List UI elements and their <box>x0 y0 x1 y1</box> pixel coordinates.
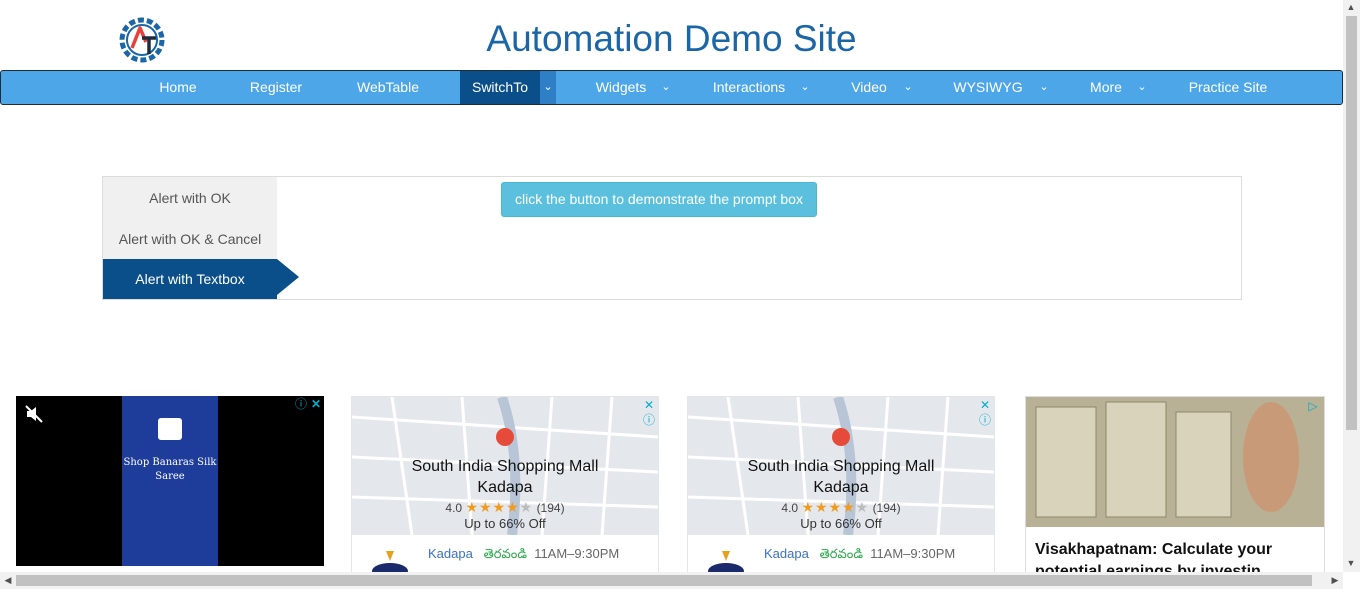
ad-location: Kadapa తెరవండి 11AM–9:30PM <box>764 546 956 561</box>
scroll-left-icon[interactable]: ◀ <box>0 575 16 586</box>
nav-switchto[interactable]: SwitchTo <box>460 71 540 104</box>
rating: 4.0 ★★★★★ (194) <box>781 499 901 515</box>
nav-video[interactable]: Video <box>843 71 895 104</box>
ad-map-1[interactable]: ✕ ⓘ South India Shopping Mall Kadapa 4.0… <box>351 396 659 574</box>
chevron-down-icon[interactable]: ⌄ <box>540 71 556 104</box>
ad-title: South India Shopping Mall Kadapa <box>411 458 599 496</box>
ad-info-icon[interactable]: ⓘ <box>294 397 308 411</box>
ad-creative: Shop Banaras Silk Saree <box>122 396 218 566</box>
rating: 4.0 ★★★★★ (194) <box>445 499 565 515</box>
tab-alert-textbox[interactable]: Alert with Textbox <box>103 259 277 299</box>
close-icon[interactable]: ✕ <box>309 397 323 411</box>
nav-register[interactable]: Register <box>237 71 315 104</box>
prompt-box-button[interactable]: click the button to demonstrate the prom… <box>501 182 817 217</box>
scroll-down-icon[interactable]: ▼ <box>1343 558 1359 568</box>
store-logo <box>708 551 744 573</box>
vertical-scroll-thumb[interactable] <box>1346 16 1357 430</box>
site-title: Automation Demo Site <box>486 18 857 59</box>
ad-offer: Up to 66% Off <box>464 516 546 531</box>
tab-alert-ok-cancel[interactable]: Alert with OK & Cancel <box>103 219 277 259</box>
horizontal-scroll-thumb[interactable] <box>16 575 1312 586</box>
ad-choices-icon[interactable]: ▷ <box>1306 399 1320 413</box>
scroll-up-icon[interactable]: ▲ <box>1343 2 1359 12</box>
nav-webtable[interactable]: WebTable <box>343 71 433 104</box>
rating-stars-icon: ★★★★★ <box>801 499 870 515</box>
mute-icon[interactable] <box>24 404 44 424</box>
chevron-down-icon[interactable]: ⌄ <box>658 71 674 104</box>
tab-alert-ok[interactable]: Alert with OK <box>103 178 277 218</box>
rating-stars-icon: ★★★★★ <box>465 499 534 515</box>
nav-practice-site[interactable]: Practice Site <box>1179 71 1277 104</box>
active-tab-arrow <box>277 259 299 295</box>
chevron-down-icon[interactable]: ⌄ <box>900 71 916 104</box>
chevron-down-icon[interactable]: ⌄ <box>1036 71 1052 104</box>
main-navbar: Home Register WebTable SwitchTo ⌄ Widget… <box>0 70 1343 105</box>
ad-investment[interactable]: ▷ Visakhapatnam: Calculate your potentia… <box>1025 396 1325 578</box>
nav-wysiwyg[interactable]: WYSIWYG <box>945 71 1031 104</box>
chevron-down-icon[interactable]: ⌄ <box>797 71 813 104</box>
brand-logo <box>158 418 182 440</box>
alerts-panel: Alert with OK Alert with OK & Cancel Ale… <box>102 176 1242 300</box>
ad-location: Kadapa తెరవండి 11AM–9:30PM <box>428 546 620 561</box>
ad-info-icon[interactable]: ⓘ <box>978 413 992 427</box>
ad-video-banner[interactable]: Shop Banaras Silk Saree ⓘ ✕ <box>16 396 324 566</box>
chevron-down-icon[interactable]: ⌄ <box>1134 71 1150 104</box>
ad-info-icon[interactable]: ⓘ <box>642 413 656 427</box>
ad-title: South India Shopping Mall Kadapa <box>747 458 935 496</box>
money-image <box>1026 397 1324 527</box>
ad-offer: Up to 66% Off <box>800 516 882 531</box>
scroll-right-icon[interactable]: ▶ <box>1327 575 1343 586</box>
nav-more[interactable]: More <box>1081 71 1131 104</box>
ad-map-2[interactable]: ✕ ⓘ South India Shopping Mall Kadapa 4.0… <box>687 396 995 574</box>
close-icon[interactable]: ✕ <box>642 398 656 412</box>
close-icon[interactable]: ✕ <box>978 398 992 412</box>
nav-home[interactable]: Home <box>146 71 210 104</box>
nav-interactions[interactable]: Interactions <box>701 71 797 104</box>
ad-text: Shop Banaras Silk Saree <box>123 457 217 482</box>
nav-widgets[interactable]: Widgets <box>581 71 661 104</box>
store-logo <box>372 551 408 573</box>
